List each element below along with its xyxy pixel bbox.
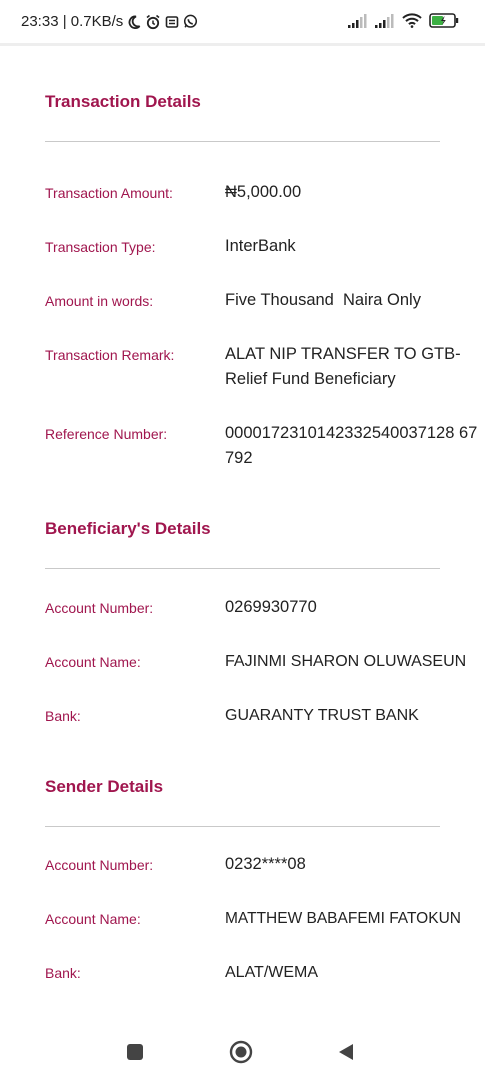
transaction-remark-label: Transaction Remark: xyxy=(45,347,175,363)
beneficiary-details-title: Beneficiary's Details xyxy=(45,519,211,538)
alarm-icon xyxy=(145,14,161,30)
beneficiary-account-name-label: Account Name: xyxy=(45,654,141,670)
recents-square-icon[interactable] xyxy=(123,1040,147,1064)
status-bar: 23:33 | 0.7KB/s xyxy=(0,0,485,46)
signal-bars-icon xyxy=(375,13,395,33)
divider xyxy=(45,826,440,827)
beneficiary-bank-label: Bank: xyxy=(45,708,81,724)
transaction-details-title: Transaction Details xyxy=(45,92,201,111)
status-right xyxy=(348,13,459,33)
transaction-remark-value: ALAT NIP TRANSFER TO GTB-Relief Fund Ben… xyxy=(225,345,461,388)
transaction-type-label: Transaction Type: xyxy=(45,239,156,255)
beneficiary-account-number-value: 0269930770 xyxy=(225,598,317,616)
reference-number-label: Reference Number: xyxy=(45,426,168,442)
reference-number-value: 0000172310142332540037128 67792 xyxy=(225,424,478,467)
home-circle-icon[interactable] xyxy=(229,1040,253,1064)
divider xyxy=(45,141,440,142)
sender-bank-value: ALAT/WEMA xyxy=(225,964,319,981)
status-time-speed: 23:33 | 0.7KB/s xyxy=(21,13,124,30)
beneficiary-account-number-label: Account Number: xyxy=(45,600,154,616)
sender-account-number-value: 0232****08 xyxy=(225,855,306,873)
sender-account-name-value: MATTHEW BABAFEMI FATOKUN xyxy=(225,910,461,927)
navigation-bar xyxy=(0,1020,485,1080)
signal-bars-icon xyxy=(348,13,368,33)
beneficiary-bank-value: GUARANTY TRUST BANK xyxy=(225,707,419,724)
beneficiary-account-name-value: FAJINMI SHARON OLUWASEUN xyxy=(225,653,467,670)
sender-bank-label: Bank: xyxy=(45,965,81,981)
sender-account-name-label: Account Name: xyxy=(45,911,141,927)
amount-in-words-label: Amount in words: xyxy=(45,293,154,309)
moon-icon xyxy=(127,15,141,29)
sender-details-title: Sender Details xyxy=(45,777,164,796)
wifi-icon xyxy=(402,13,422,33)
divider xyxy=(45,568,440,569)
status-left: 23:33 | 0.7KB/s xyxy=(21,13,198,30)
sender-account-number-label: Account Number: xyxy=(45,857,154,873)
transaction-amount-value: ₦5,000.00 xyxy=(225,183,302,201)
notification-icon xyxy=(165,15,179,29)
transaction-amount-label: Transaction Amount: xyxy=(45,185,173,201)
battery-charging-icon xyxy=(429,13,459,33)
back-triangle-icon[interactable] xyxy=(334,1040,358,1064)
transaction-type-value: InterBank xyxy=(225,237,296,255)
amount-in-words-value: Five Thousand Naira Only xyxy=(225,291,421,309)
whatsapp-icon xyxy=(183,14,198,29)
